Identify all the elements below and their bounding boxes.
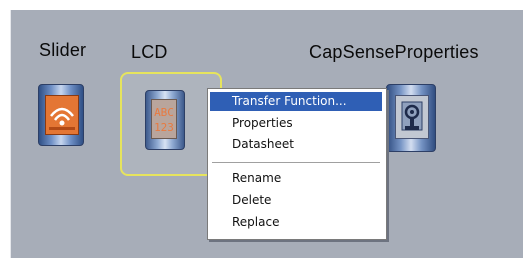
design-canvas[interactable]: Slider LCD CapSenseProperties ABC 123 Tr… xyxy=(10,10,523,258)
lcd-screen-text-line1: ABC xyxy=(154,106,174,119)
lcd-screen-text-line2: 123 xyxy=(154,121,174,134)
context-menu: Transfer Function... Properties Datashee… xyxy=(207,88,387,240)
lcd-screen: ABC 123 xyxy=(151,99,177,139)
menu-separator xyxy=(212,162,380,164)
menu-item-replace[interactable]: Replace xyxy=(210,213,382,232)
menu-item-properties[interactable]: Properties xyxy=(210,114,382,133)
gear-toolbox-icon xyxy=(401,101,423,131)
capsense-label: CapSenseProperties xyxy=(309,42,479,62)
menu-item-delete[interactable]: Delete xyxy=(210,191,382,210)
menu-item-transfer-function[interactable]: Transfer Function... xyxy=(210,92,382,111)
lcd-label: LCD xyxy=(131,42,168,62)
menu-item-datasheet[interactable]: Datasheet xyxy=(210,135,382,154)
lcd-component-icon[interactable]: ABC 123 xyxy=(145,90,185,150)
slider-icon-face xyxy=(45,95,79,135)
slider-wave-icon xyxy=(49,107,75,130)
capsense-icon-face xyxy=(395,95,429,139)
menu-item-rename[interactable]: Rename xyxy=(210,169,382,188)
slider-label: Slider xyxy=(39,40,87,60)
slider-component-icon[interactable] xyxy=(38,84,84,146)
capsense-component-icon[interactable] xyxy=(386,84,436,152)
